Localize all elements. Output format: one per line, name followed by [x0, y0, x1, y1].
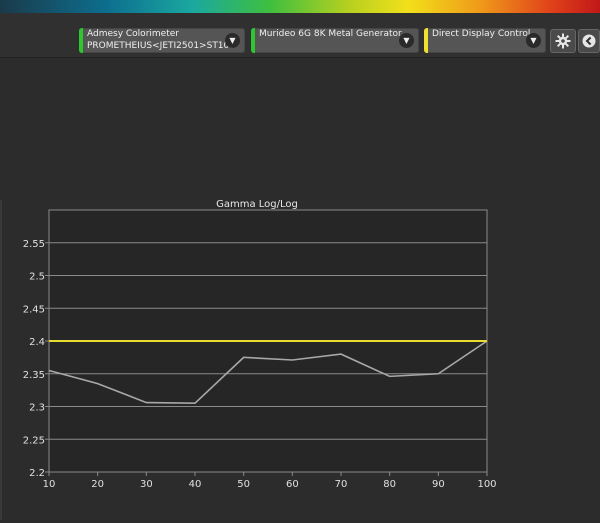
x-tick-label: 70: [335, 479, 348, 490]
x-tick-label: 100: [477, 479, 496, 490]
x-tick-label: 20: [91, 479, 104, 490]
x-tick-label: 60: [286, 479, 299, 490]
y-tick-label: 2.3: [29, 403, 45, 414]
y-tick-label: 2.5: [29, 272, 45, 283]
chart-title: Gamma Log/Log: [216, 199, 298, 210]
y-tick-label: 2.55: [23, 239, 45, 250]
x-axis-ticks: 10 20 30 40 50 60 70 80 90 100: [43, 472, 497, 490]
x-tick-label: 80: [383, 479, 396, 490]
y-tick-label: 2.25: [23, 435, 45, 446]
gamma-chart: 2.2 2.25 2.3 2.35 2.4 2.45 2.5 2.55 10 20 30 40 50 6…: [23, 199, 497, 490]
y-axis-ticks: 2.2 2.25 2.3 2.35 2.4 2.45 2.5 2.55: [23, 239, 49, 479]
x-tick-label: 30: [140, 479, 153, 490]
x-tick-label: 50: [237, 479, 250, 490]
y-tick-label: 2.45: [23, 304, 45, 315]
x-tick-label: 10: [43, 479, 56, 490]
x-tick-label: 40: [189, 479, 202, 490]
y-tick-label: 2.35: [23, 370, 45, 381]
y-tick-label: 2.4: [29, 337, 45, 348]
y-tick-label: 2.2: [29, 468, 45, 479]
x-tick-label: 90: [432, 479, 445, 490]
